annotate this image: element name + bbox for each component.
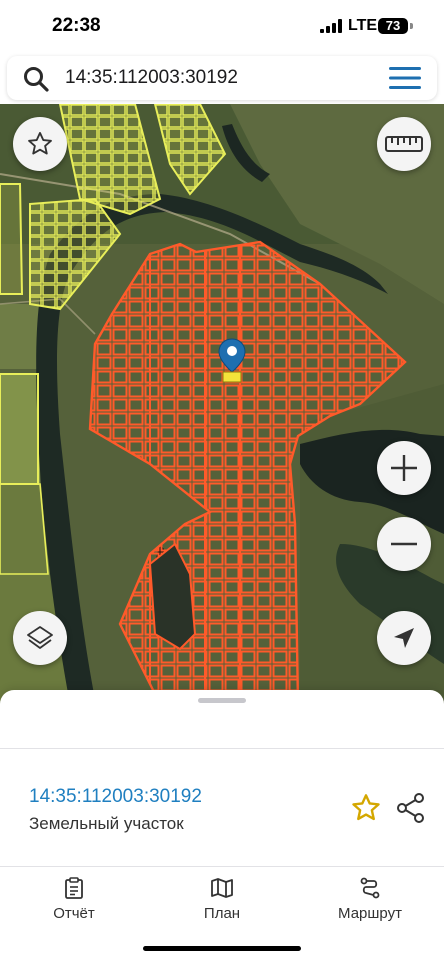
signal-strength-icon — [320, 19, 342, 33]
cadastral-number[interactable]: 14:35:112003:30192 — [29, 786, 202, 808]
network-type: LTE — [348, 17, 378, 34]
route-icon — [360, 877, 380, 899]
tab-report[interactable]: Отчёт — [14, 876, 134, 926]
divider — [0, 866, 444, 867]
layers-button[interactable] — [13, 611, 67, 665]
satellite-map[interactable] — [0, 104, 444, 704]
search-input[interactable] — [65, 56, 365, 100]
parcel-info-sheet[interactable]: 14:35:112003:30192 Земельный участок Отч… — [0, 690, 444, 960]
tab-route-label: Маршрут — [338, 905, 402, 922]
tab-plan-label: План — [203, 905, 241, 922]
star-icon — [28, 131, 52, 155]
my-location-button[interactable] — [377, 611, 431, 665]
report-icon — [65, 877, 83, 899]
favorite-map-button[interactable] — [13, 117, 67, 171]
navigation-arrow-icon — [394, 628, 414, 648]
tab-report-label: Отчёт — [53, 905, 95, 922]
battery-level: 73 — [378, 18, 408, 34]
status-time: 22:38 — [52, 15, 101, 36]
menu-icon[interactable] — [389, 66, 421, 90]
plus-icon — [391, 455, 417, 481]
map-canvas[interactable] — [0, 104, 444, 704]
parcel-type: Земельный участок — [29, 814, 184, 833]
search-icon[interactable] — [23, 66, 49, 92]
sheet-grabber[interactable] — [198, 698, 246, 703]
divider — [0, 748, 444, 749]
search-bar — [7, 56, 437, 100]
status-bar: 22:38 LTE 73 — [0, 0, 444, 54]
star-outline-icon[interactable] — [350, 792, 382, 824]
tab-route[interactable]: Маршрут — [310, 876, 430, 926]
map-plan-icon — [211, 878, 233, 898]
ruler-icon — [385, 136, 423, 152]
share-icon[interactable] — [396, 792, 426, 824]
zoom-out-button[interactable] — [377, 517, 431, 571]
ruler-button[interactable] — [377, 117, 431, 171]
tab-plan[interactable]: План — [162, 876, 282, 926]
minus-icon — [391, 542, 417, 546]
location-pin-icon[interactable] — [218, 338, 246, 386]
layers-icon — [27, 626, 53, 649]
battery-icon — [410, 23, 413, 29]
home-indicator[interactable] — [143, 946, 301, 951]
zoom-in-button[interactable] — [377, 441, 431, 495]
